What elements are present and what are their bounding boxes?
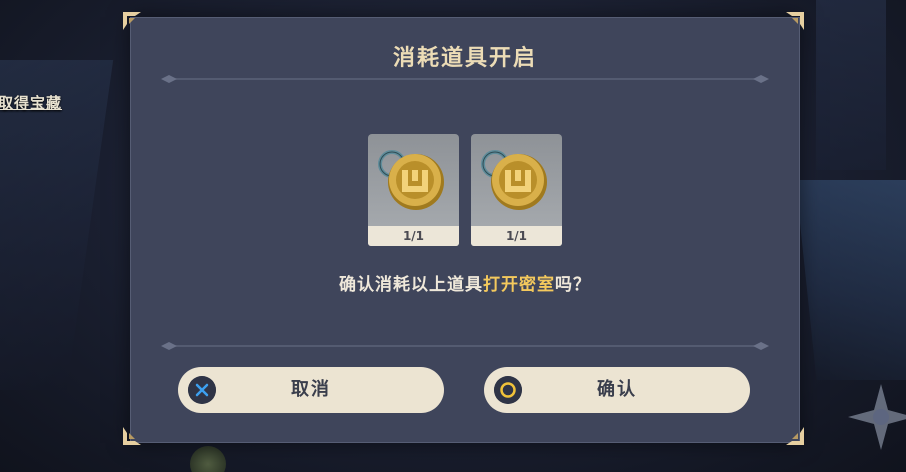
confirm-label: 确认 — [597, 379, 637, 400]
item-card[interactable]: 1/1 — [368, 134, 459, 246]
maze-key-coin-icon — [378, 150, 444, 210]
maze-key-coin-icon — [481, 150, 547, 210]
game-scene: 取得宝藏 消耗道具开启 1/1 1/1 确认消耗以上道具打开密室吗？ 取消 确认 — [0, 0, 906, 472]
corner-ornament-icon — [786, 12, 804, 30]
dialog-title: 消耗道具开启 — [392, 46, 537, 71]
background-rock-right — [795, 180, 906, 380]
background-pillar-right — [816, 0, 886, 170]
button-divider — [161, 342, 769, 350]
cancel-label: 取消 — [291, 379, 331, 400]
question-prefix: 确认消耗以上道具 — [339, 275, 483, 295]
confirm-button[interactable]: 确认 — [484, 367, 750, 413]
corner-ornament-icon — [123, 12, 141, 30]
background-emblem — [190, 446, 226, 472]
item-list: 1/1 1/1 — [131, 134, 799, 246]
cancel-button[interactable]: 取消 — [178, 367, 444, 413]
confirm-question: 确认消耗以上道具打开密室吗？ — [131, 270, 799, 295]
corner-ornament-icon — [123, 427, 141, 445]
question-highlight: 打开密室 — [483, 275, 555, 295]
corner-ornament-icon — [786, 427, 804, 445]
consume-item-dialog: 消耗道具开启 1/1 1/1 确认消耗以上道具打开密室吗？ 取消 确认 — [130, 17, 800, 443]
question-suffix: 吗？ — [555, 275, 591, 295]
item-count: 1/1 — [471, 226, 562, 246]
star-emblem-icon — [848, 384, 906, 450]
title-divider — [161, 75, 769, 83]
side-quest-label[interactable]: 取得宝藏 — [0, 92, 62, 113]
item-card[interactable]: 1/1 — [471, 134, 562, 246]
item-count: 1/1 — [368, 226, 459, 246]
